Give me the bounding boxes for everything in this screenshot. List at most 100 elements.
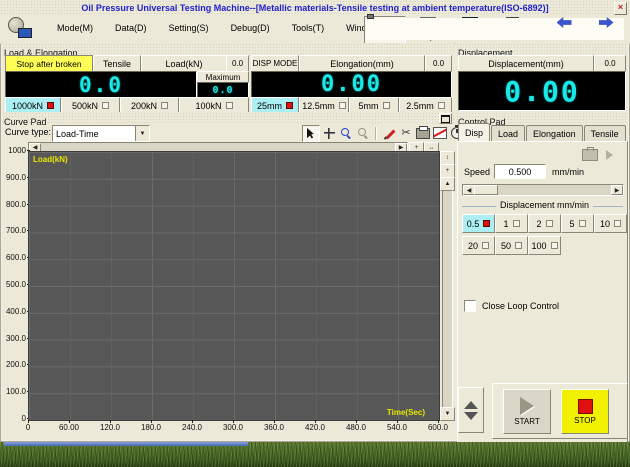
speed-label: Speed — [464, 167, 490, 177]
led-off-icon — [614, 220, 621, 227]
displacement-header-strip: Displacement — [456, 43, 628, 54]
x-tick: 480.0 — [339, 423, 373, 432]
printer-icon — [416, 128, 430, 139]
stop-button[interactable]: STOP — [561, 389, 609, 434]
elong-range-12-5mm-label: 12.5mm — [302, 101, 335, 111]
x-tick: 120.0 — [93, 423, 127, 432]
maximize-curve-button[interactable] — [439, 113, 452, 124]
elongation-display: 0.00 — [251, 71, 452, 98]
chart-x-axis-label: Time(Sec) — [387, 408, 425, 417]
chart-v-scrollbar[interactable] — [442, 190, 453, 408]
y-tick: 600.0 — [2, 254, 26, 262]
scroll-right-icon: ▶ — [399, 144, 404, 151]
curve-pad-group: Curve Pad Curve type: Load-Time ▼ ✂ — [2, 112, 454, 442]
jog-button[interactable] — [458, 387, 484, 433]
close-loop-label: Close Loop Control — [482, 301, 559, 311]
chart-fit-vertical-button[interactable]: ↕ — [440, 151, 455, 165]
speed-btn-2[interactable]: 2 — [528, 214, 561, 233]
curve-type-label: Curve type: — [5, 127, 51, 137]
pan-tool-button[interactable] — [321, 126, 337, 141]
y-tick: 500.0 — [2, 281, 26, 289]
print-button[interactable] — [415, 126, 431, 141]
pointer-icon — [307, 128, 316, 139]
chevron-down-icon[interactable]: ▼ — [135, 126, 149, 141]
led-off-icon — [102, 102, 109, 109]
led-off-icon — [161, 102, 168, 109]
main-toolbar: Test Analyse Clear Data Previous — [364, 16, 626, 42]
chart-zoom-reset-button[interactable]: + — [440, 164, 455, 178]
tab-tensile[interactable]: Tensile — [584, 125, 626, 141]
elongation-display-value: 0.00 — [321, 72, 382, 97]
data-button[interactable]: Data — [492, 16, 532, 43]
tab-load[interactable]: Load — [491, 125, 525, 141]
speed-slider[interactable]: ◀ ▶ — [462, 184, 624, 196]
displacement-group: Displacement Displacement(mm) 0.0 0.00 — [456, 43, 628, 112]
speed-btn-20[interactable]: 20 — [462, 236, 495, 255]
speed-input[interactable] — [494, 164, 546, 179]
load-header-value: 0.0 — [226, 55, 249, 72]
slider-right-icon: ▶ — [615, 187, 620, 194]
curve-type-value: Load-Time — [53, 129, 135, 139]
speed-btn-5-label: 5 — [569, 219, 574, 229]
speed-btn-10[interactable]: 10 — [594, 214, 627, 233]
stop-square-icon — [578, 399, 593, 414]
speed-btn-0-5[interactable]: 0.5 — [462, 214, 495, 233]
scissors-icon: ✂ — [401, 128, 410, 139]
speed-btn-5[interactable]: 5 — [561, 214, 594, 233]
slider-thumb[interactable] — [474, 185, 498, 195]
fit-horizontal-icon: ↔ — [429, 145, 435, 151]
speed-btn-100[interactable]: 100 — [528, 236, 561, 255]
led-on-icon — [483, 220, 490, 227]
zoom-out-button[interactable] — [355, 126, 371, 141]
chart-toolbar-separator — [375, 127, 377, 140]
speed-btn-50[interactable]: 50 — [495, 236, 528, 255]
scroll-down-button[interactable]: ▼ — [440, 407, 455, 421]
fit-vertical-icon: ↕ — [446, 155, 449, 161]
speed-unit-label: mm/min — [552, 167, 584, 177]
title-bar[interactable]: Oil Pressure Universal Testing Machine--… — [0, 0, 630, 15]
menu-data[interactable]: Data(D) — [104, 15, 158, 41]
elong-range-5mm-label: 5mm — [359, 101, 379, 111]
chart-toolbar: ✂ — [302, 125, 465, 141]
plus-icon: + — [446, 168, 450, 174]
start-button[interactable]: START — [503, 389, 551, 434]
close-loop-checkbox[interactable] — [464, 300, 476, 312]
displacement-display: 0.00 — [458, 71, 626, 111]
load-display: 0.0 — [5, 71, 197, 98]
test-type-button[interactable]: Tensile — [93, 55, 141, 72]
slider-right-button[interactable]: ▶ — [611, 185, 623, 195]
pointer-tool-button[interactable] — [302, 125, 320, 142]
speed-btn-2-label: 2 — [536, 219, 541, 229]
zoom-in-button[interactable] — [338, 126, 354, 141]
play-icon[interactable] — [606, 150, 613, 160]
y-tick: 300.0 — [2, 335, 26, 343]
x-tick: 420.0 — [298, 423, 332, 432]
close-button[interactable]: × — [614, 2, 627, 15]
tab-disp[interactable]: Disp — [458, 123, 490, 141]
scroll-up-button[interactable]: ▲ — [440, 177, 455, 191]
menu-setting[interactable]: Setting(S) — [158, 15, 220, 41]
load-range-500kn-label: 500kN — [72, 101, 98, 111]
speed-btn-1[interactable]: 1 — [495, 214, 528, 233]
led-off-icon — [383, 102, 390, 109]
speed-btn-100-label: 100 — [531, 241, 546, 251]
disp-mode-button[interactable]: DISP MODE — [251, 55, 299, 72]
menu-debug[interactable]: Debug(D) — [220, 15, 281, 41]
curve-type-dropdown[interactable]: Load-Time ▼ — [52, 125, 150, 142]
menu-mode[interactable]: Mode(M) — [46, 15, 104, 41]
jog-up-icon — [464, 401, 478, 409]
led-off-icon — [546, 220, 553, 227]
curve-style-button[interactable] — [432, 126, 448, 141]
window-title: Oil Pressure Universal Testing Machine--… — [81, 3, 548, 13]
led-off-icon — [515, 242, 522, 249]
pen-icon — [383, 127, 396, 140]
speed-btn-1-label: 1 — [503, 219, 508, 229]
annotate-button[interactable] — [381, 126, 397, 141]
load-range-200kn-label: 200kN — [131, 101, 157, 111]
briefcase-icon[interactable] — [582, 149, 598, 161]
menu-tools[interactable]: Tools(T) — [281, 15, 336, 41]
control-tabs: Disp Load Elongation Tensile — [458, 125, 626, 141]
zoom-in-icon — [341, 128, 352, 139]
tab-elongation[interactable]: Elongation — [526, 125, 583, 141]
cut-button[interactable]: ✂ — [398, 126, 414, 141]
